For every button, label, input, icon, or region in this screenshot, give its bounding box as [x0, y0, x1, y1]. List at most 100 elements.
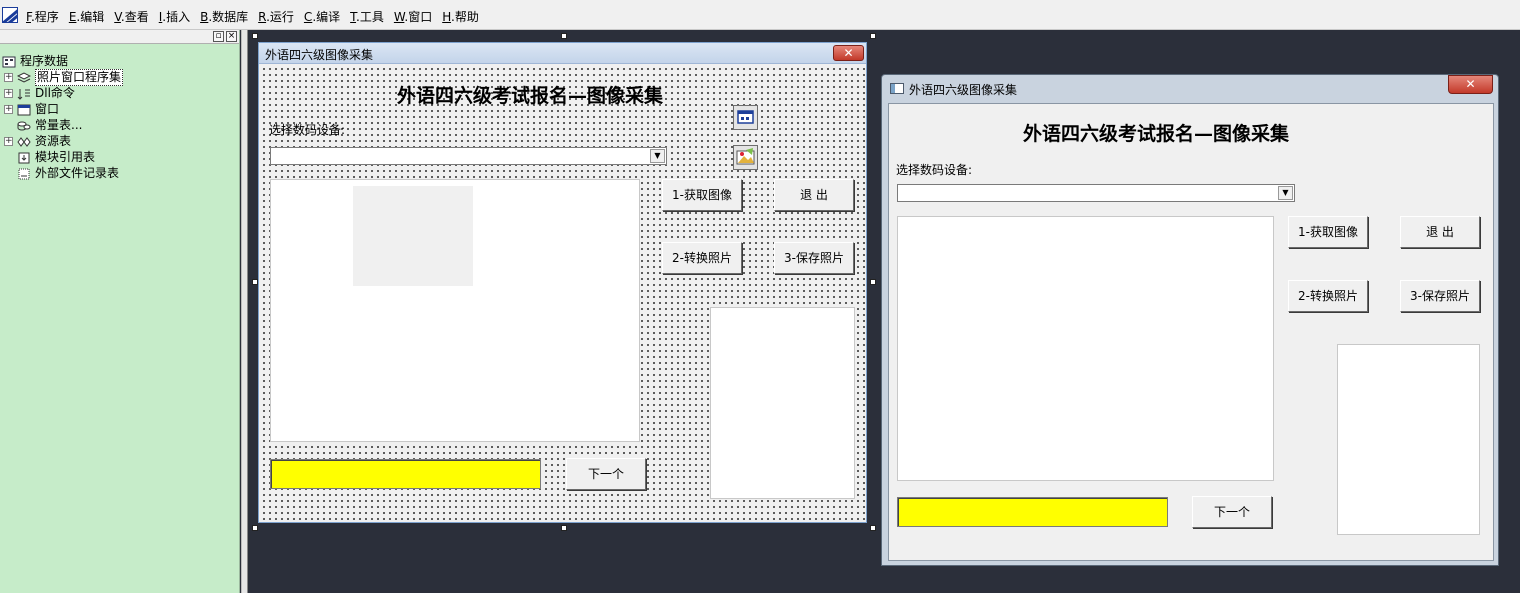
runtime-yellow-field[interactable] — [897, 497, 1168, 527]
restore-icon[interactable]: ▫ — [213, 31, 224, 42]
runtime-form-heading: 外语四六级考试报名—图像采集 — [1023, 123, 1290, 145]
selection-handle[interactable] — [870, 525, 876, 531]
design-form-window[interactable]: 外语四六级图像采集 ✕ 外语四六级考试报名—图像采集 选择数码设备: ▼ 1-获… — [258, 42, 867, 523]
selection-handle[interactable] — [561, 33, 567, 39]
selection-handle[interactable] — [870, 33, 876, 39]
menu-run-key: R — [258, 9, 267, 24]
runtime-form-title: 外语四六级图像采集 — [909, 83, 1018, 97]
menu-program[interactable]: F.程序 — [21, 0, 64, 30]
menu-tools[interactable]: T.工具 — [345, 0, 389, 30]
runtime-form-client: 外语四六级考试报名—图像采集 选择数码设备: ▼ 1-获取图像 退 出 2-转换… — [888, 103, 1494, 561]
window-icon — [890, 83, 904, 94]
design-capture-button[interactable]: 1-获取图像 — [662, 179, 742, 211]
design-preview-box[interactable] — [270, 179, 640, 442]
runtime-form-titlebar[interactable]: 外语四六级图像采集 ✕ — [882, 75, 1498, 102]
tree-item-window[interactable]: + 窗口 — [4, 102, 59, 117]
tree-item-dll[interactable]: + Dll命令 — [4, 86, 75, 101]
menu-database[interactable]: B.数据库 — [195, 0, 253, 30]
tree-item-external-label: 外部文件记录表 — [35, 166, 120, 180]
design-device-label: 选择数码设备: — [269, 123, 346, 137]
runtime-device-combo[interactable]: ▼ — [897, 184, 1295, 202]
design-inner-image[interactable] — [353, 186, 473, 286]
menu-run-label: .运行 — [266, 9, 294, 24]
runtime-convert-button[interactable]: 2-转换照片 — [1288, 280, 1368, 312]
design-next-button[interactable]: 下一个 — [566, 458, 646, 490]
design-form-title: 外语四六级图像采集 — [265, 48, 374, 62]
external-file-icon — [18, 168, 30, 179]
expand-icon[interactable]: + — [4, 137, 13, 146]
menu-window[interactable]: W.窗口 — [389, 0, 437, 30]
runtime-save-button[interactable]: 3-保存照片 — [1400, 280, 1480, 312]
tree-item-module[interactable]: + 照片窗口程序集 — [4, 69, 124, 86]
menu-insert-label: .插入 — [162, 9, 191, 24]
runtime-preview-box — [897, 216, 1274, 481]
design-form-titlebar[interactable]: 外语四六级图像采集 ✕ — [259, 43, 866, 64]
tree-item-constants[interactable]: 常量表... — [4, 118, 82, 133]
design-save-button[interactable]: 3-保存照片 — [774, 242, 854, 274]
image-component-icon[interactable] — [733, 145, 758, 170]
design-exit-button[interactable]: 退 出 — [774, 179, 854, 211]
menu-tools-label: .工具 — [356, 9, 384, 24]
menu-compile-label: .编译 — [312, 9, 341, 24]
panel-splitter[interactable] — [241, 30, 248, 593]
app-logo-icon — [2, 6, 18, 23]
design-device-combo[interactable]: ▼ — [270, 147, 667, 165]
menu-window-key: W — [393, 9, 405, 24]
design-form-canvas[interactable]: 外语四六级考试报名—图像采集 选择数码设备: ▼ 1-获取图像 退 出 2-转换… — [259, 64, 866, 522]
program-data-icon — [2, 56, 16, 67]
runtime-next-button[interactable]: 下一个 — [1192, 496, 1272, 528]
tree-item-module-label: 照片窗口程序集 — [35, 69, 124, 86]
menu-help[interactable]: H.帮助 — [437, 0, 484, 30]
runtime-device-label: 选择数码设备: — [896, 163, 973, 177]
design-form-heading[interactable]: 外语四六级考试报名—图像采集 — [397, 81, 663, 108]
tree-item-module-ref[interactable]: 模块引用表 — [4, 150, 95, 165]
tree-item-window-label: 窗口 — [35, 102, 60, 116]
tree-root[interactable]: 程序数据 — [2, 54, 68, 69]
tree-item-external[interactable]: 外部文件记录表 — [4, 166, 119, 181]
selection-handle[interactable] — [561, 525, 567, 531]
menu-compile[interactable]: C.编译 — [299, 0, 345, 30]
selection-handle[interactable] — [252, 525, 258, 531]
tree-item-resources[interactable]: + 资源表 — [4, 134, 71, 149]
tree-item-constants-label: 常量表... — [35, 118, 83, 132]
close-icon[interactable]: × — [226, 31, 237, 42]
selection-handle[interactable] — [252, 279, 258, 285]
menu-edit[interactable]: E.编辑 — [64, 0, 109, 30]
menu-help-key: H — [442, 9, 452, 24]
design-convert-button[interactable]: 2-转换照片 — [662, 242, 742, 274]
menu-program-label: .程序 — [30, 9, 59, 24]
design-close-button[interactable]: ✕ — [833, 45, 864, 61]
menu-edit-label: .编辑 — [76, 9, 105, 24]
runtime-exit-button[interactable]: 退 出 — [1400, 216, 1480, 248]
design-photo-box[interactable] — [710, 307, 855, 499]
tree-item-dll-label: Dll命令 — [35, 86, 75, 100]
module-icon — [17, 71, 31, 83]
tree-item-module-ref-label: 模块引用表 — [35, 150, 96, 164]
menu-view-label: .查看 — [120, 9, 149, 24]
expand-icon[interactable]: + — [4, 89, 13, 98]
menu-insert[interactable]: I.插入 — [154, 0, 195, 30]
runtime-photo-box — [1337, 344, 1480, 535]
menu-bar: F.程序 E.编辑 V.查看 I.插入 B.数据库 R.运行 C.编译 T.工具… — [0, 0, 1520, 30]
expand-icon[interactable]: + — [4, 105, 13, 114]
design-yellow-field[interactable] — [270, 459, 541, 489]
menu-view-key: V — [114, 9, 121, 24]
expand-icon[interactable]: + — [4, 73, 13, 82]
runtime-form-window[interactable]: 外语四六级图像采集 ✕ 外语四六级考试报名—图像采集 选择数码设备: ▼ 1-获… — [881, 74, 1499, 566]
runtime-close-button[interactable]: ✕ — [1448, 75, 1493, 94]
menu-view[interactable]: V.查看 — [109, 0, 154, 30]
dll-command-icon — [17, 88, 30, 100]
chevron-down-icon[interactable]: ▼ — [1278, 186, 1293, 200]
menu-run[interactable]: R.运行 — [253, 0, 299, 30]
runtime-capture-button[interactable]: 1-获取图像 — [1288, 216, 1368, 248]
timer-component-icon[interactable] — [733, 105, 758, 130]
selection-handle[interactable] — [870, 279, 876, 285]
window-icon — [17, 104, 31, 115]
menu-database-label: .数据库 — [208, 9, 249, 24]
chevron-down-icon[interactable]: ▼ — [650, 149, 665, 163]
menu-help-label: .帮助 — [451, 9, 479, 24]
tree-root-label: 程序数据 — [20, 54, 69, 68]
resource-icon — [17, 136, 31, 147]
constants-icon — [17, 121, 31, 130]
selection-handle[interactable] — [252, 33, 258, 39]
